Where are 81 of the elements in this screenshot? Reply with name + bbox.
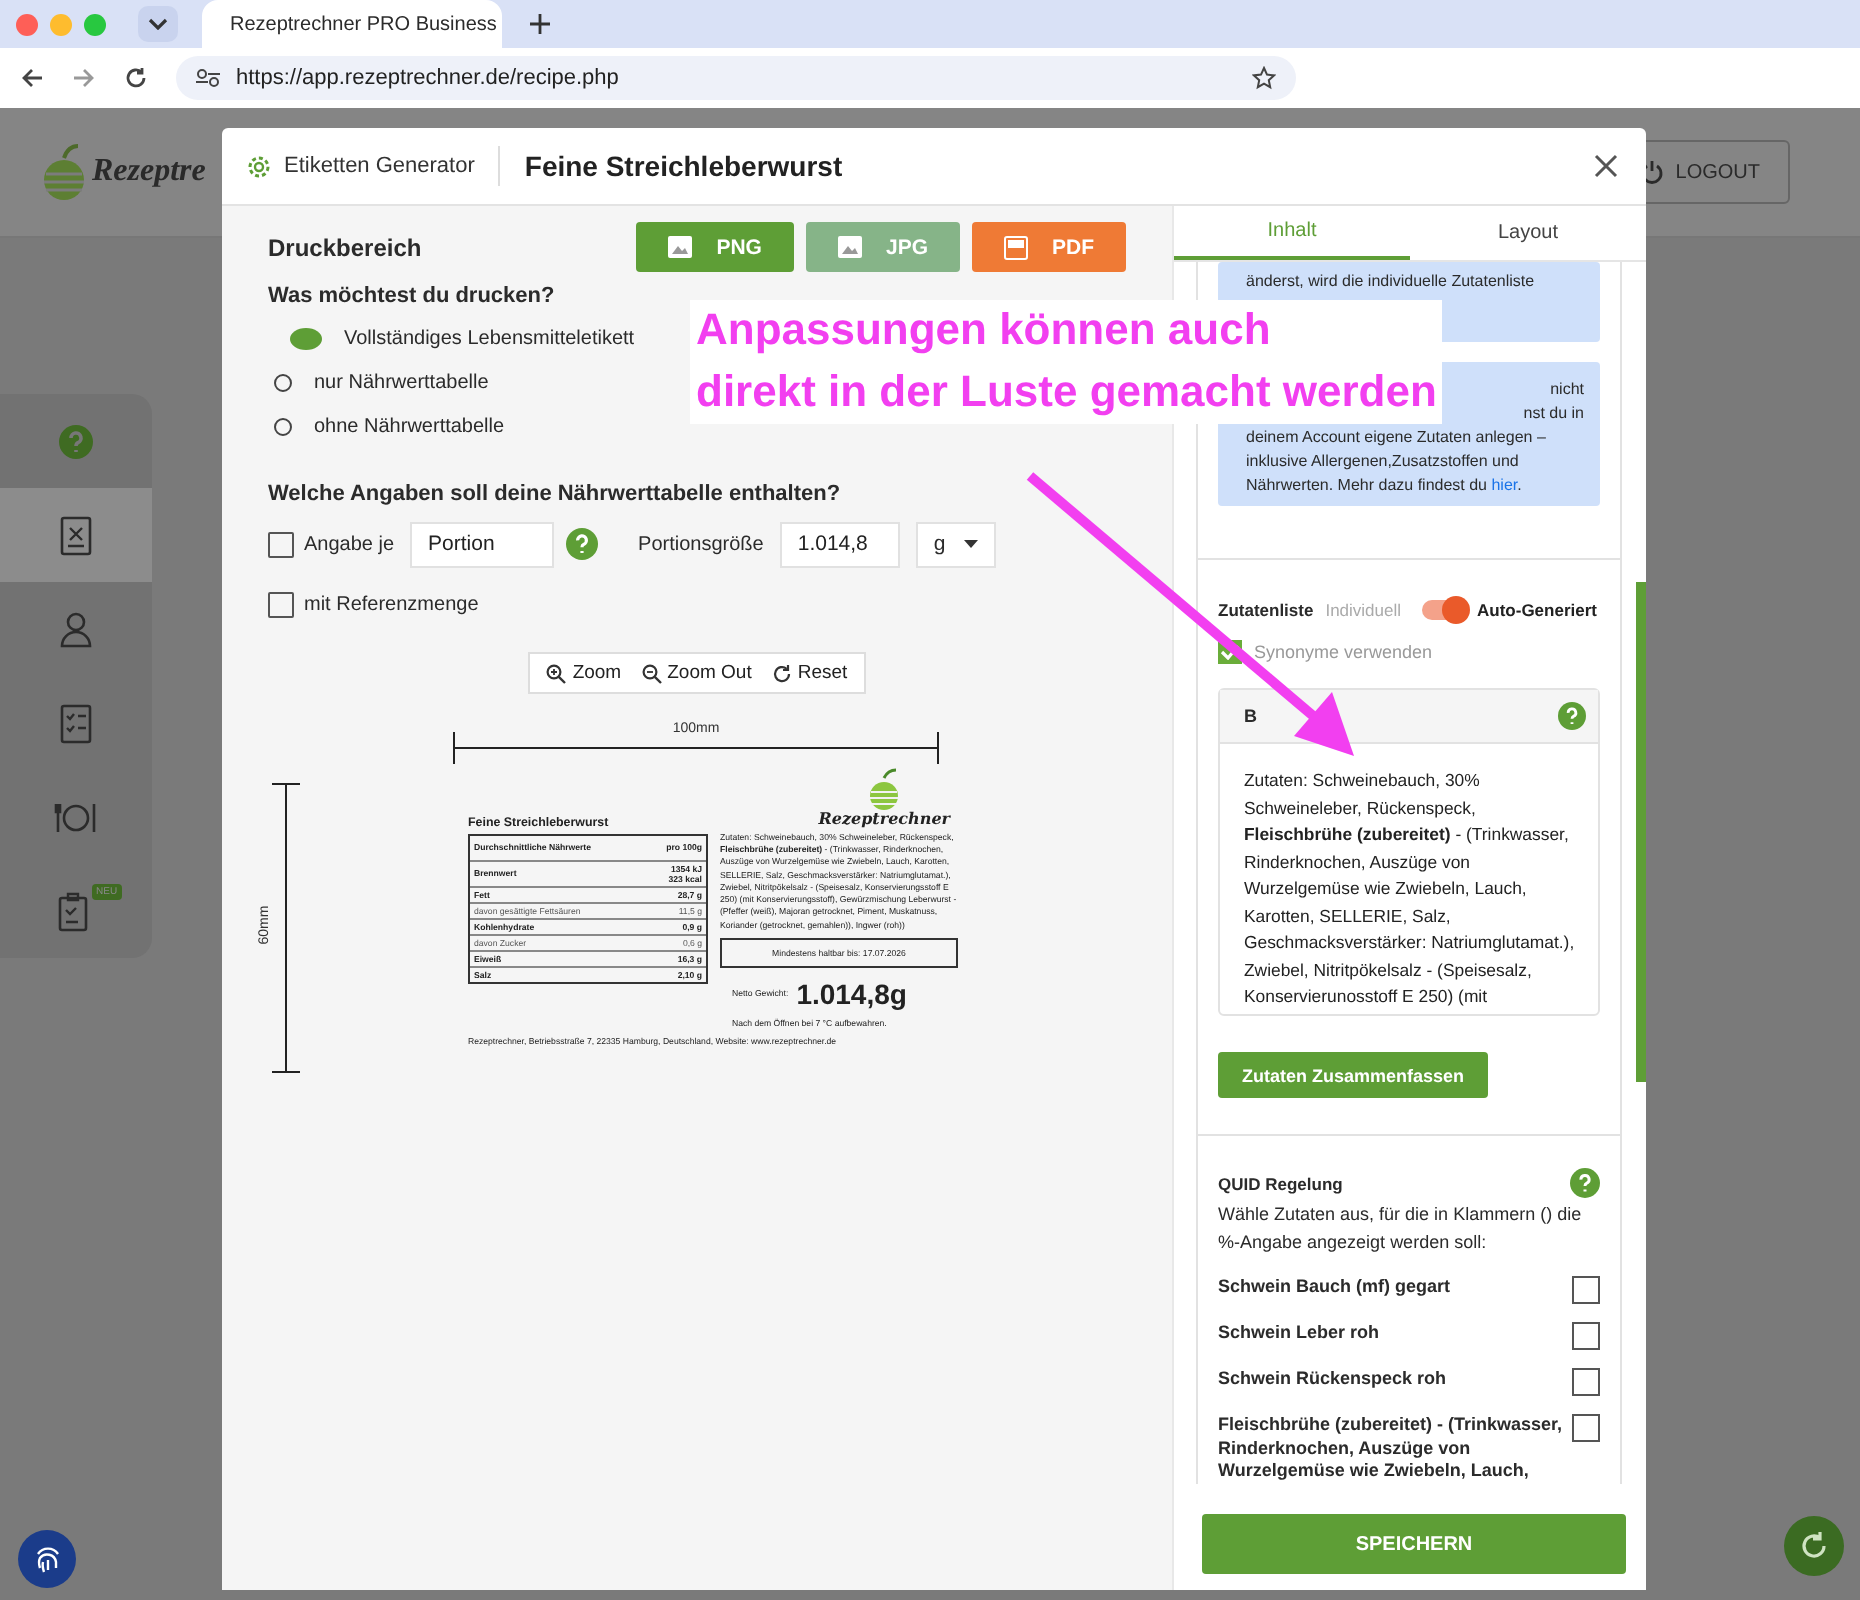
zoom-button[interactable]: Reset [763,658,856,688]
question-text: Was möchtest du drucken? [268,284,557,308]
scrollbar-thumb[interactable] [1636,582,1646,1082]
dialog-app-name: Etiketten Generator [284,154,475,178]
ingredient-name: Schwein Bauch (mf) gegart [1218,1275,1453,1300]
image-icon [837,236,862,258]
help-icon[interactable] [566,528,599,560]
url-text: https://app.rezeptrechner.de/recipe.php [236,66,621,90]
zoom-in-icon [546,663,567,683]
radio-option[interactable]: ohne Nährwerttabelle [268,404,505,448]
radio-option[interactable]: Vollständiges Lebensmitteletikett [268,316,635,360]
reload-icon[interactable] [124,66,148,90]
zoom-out-icon [641,663,662,683]
annotation-text: Anpassungen können auch direkt in der Luste gemacht werden [690,300,1443,424]
image-icon [668,236,693,258]
site-settings-icon[interactable] [196,68,220,88]
user-icon [60,611,92,647]
refresh-button[interactable] [1784,1516,1844,1576]
checkbox[interactable] [1572,1367,1600,1396]
apple-logo-icon [40,142,88,202]
zoom-button[interactable]: Zoom Out [633,658,760,688]
chevron-down-icon [148,18,168,30]
section-heading: QUID Regelung [1218,1173,1343,1193]
caret-icon [963,540,978,548]
plate-cutlery-icon [54,799,98,835]
info-text: änderst, wird die individuelle Zutatenliste [1246,270,1537,294]
info-text: nst du in [1523,402,1584,426]
checkbox-label: Angabe je [304,533,395,555]
checkbox[interactable] [1572,1275,1600,1304]
portion-field[interactable]: Portion [410,521,555,567]
ingredient-name: Schwein Leber roh [1218,1321,1382,1346]
unit-dropdown[interactable]: g [915,521,996,567]
help-icon[interactable] [1570,1168,1600,1198]
toggle-option: Auto-Generiert [1477,600,1597,620]
checkbox[interactable] [268,531,294,557]
net-weight-value: 1.014,8g [796,977,907,1010]
reset-icon [771,663,792,683]
setting-label: Zutatenliste [1218,600,1314,620]
document-icon [60,515,92,555]
ingredients-text[interactable]: Zutaten: Schweinebauch, 30% Schweineleber, Rückenspeck, Fleischbrühe (zubereitet) - (Trinkwasser, Rinderknochen, Auszüge von Wurzelgemüse wie Zwiebeln, Lauch, Karotten, SELLERIE, Salz, Geschmacksverstärker: Natriumglutamat.), Zwiebel, Nitritpökelsalz - (Speisesalz, Konservierunosstoff E 250) (mit [1220,744,1598,1014]
ingredient-name: Schwein Rückenspeck roh [1218,1367,1449,1392]
gear-icon [246,153,272,179]
apple-logo-icon [868,768,901,812]
forward-icon[interactable] [72,66,96,90]
close-icon[interactable] [1594,154,1618,178]
checkbox[interactable] [1572,1321,1600,1350]
ingredient-name: Fleischbrühe (zubereitet) - (Trinkwasser, Rinderknochen, Auszüge von Wurzelgemüse wie Zwiebeln, Lauch, [1218,1413,1564,1484]
portion-size-field[interactable]: 1.014,8 [779,521,900,567]
checkbox[interactable] [268,591,294,617]
checkbox[interactable] [1572,1413,1600,1442]
section-heading: Druckbereich [268,233,422,261]
info-text: nicht [1550,378,1584,402]
back-icon[interactable] [20,66,44,90]
refresh-icon [1798,1530,1830,1562]
logo-text: Rezeptre [92,154,206,190]
info-text: deinem Account eigene Zutaten anlegen – inklusive Allergenen,Zusatzstoffen und Nährwerten. Mehr dazu findest du hier. [1246,426,1548,498]
toggle-switch[interactable] [1421,600,1466,620]
browser-tab[interactable]: Rezeptrechner PRO Business [202,0,502,48]
bookmark-star-icon[interactable] [1252,66,1276,90]
panel-tab[interactable]: Layout [1410,206,1646,260]
panel-header-text: B [1244,706,1257,726]
description-text: Wähle Zutaten aus, für die in Klammern () die %-Angabe angezeigt werden soll: [1218,1202,1584,1256]
question-text: Welche Angaben soll deine Nährwerttabelle enthalten? [268,482,843,506]
checklist-icon [60,703,92,743]
zoom-button[interactable]: Zoom [538,658,630,688]
pdf-icon [1004,235,1028,259]
toggle-option: Individuell [1325,600,1402,620]
help-icon [58,423,94,459]
radio-option[interactable]: nur Nährwerttabelle [268,360,489,404]
checkbox-label: Synonyme verwenden [1254,642,1433,662]
fingerprint-button[interactable] [18,1530,76,1588]
address-bar[interactable]: https://app.rezeptrechner.de/recipe.php [176,56,1296,100]
logo-text: Rezeptrechner [818,808,950,828]
new-tab-icon[interactable] [530,14,550,34]
field-label: Portionsgröße [638,533,764,555]
help-icon[interactable] [1558,702,1586,730]
dialog-title: Feine Streichleberwurst [524,150,843,182]
checkbox-label: mit Referenzmenge [304,593,479,615]
sidebar-item[interactable] [0,488,152,582]
fingerprint-icon [31,1543,63,1575]
tab-list-button[interactable] [138,6,178,42]
